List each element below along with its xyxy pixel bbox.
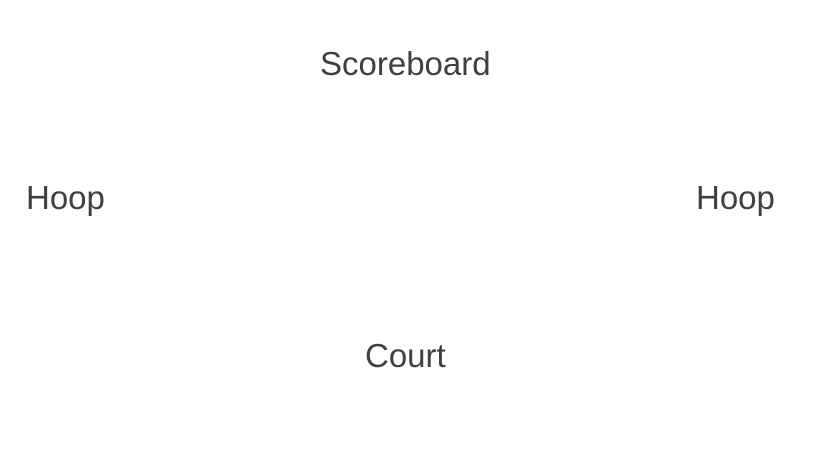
court-label: Court (365, 337, 446, 374)
scoreboard-label: Scoreboard (320, 45, 491, 82)
right-hoop-label: Hoop (696, 179, 775, 216)
diagram-canvas: Scoreboard Hoop Hoop Court (0, 0, 815, 474)
left-hoop-label: Hoop (26, 179, 105, 216)
